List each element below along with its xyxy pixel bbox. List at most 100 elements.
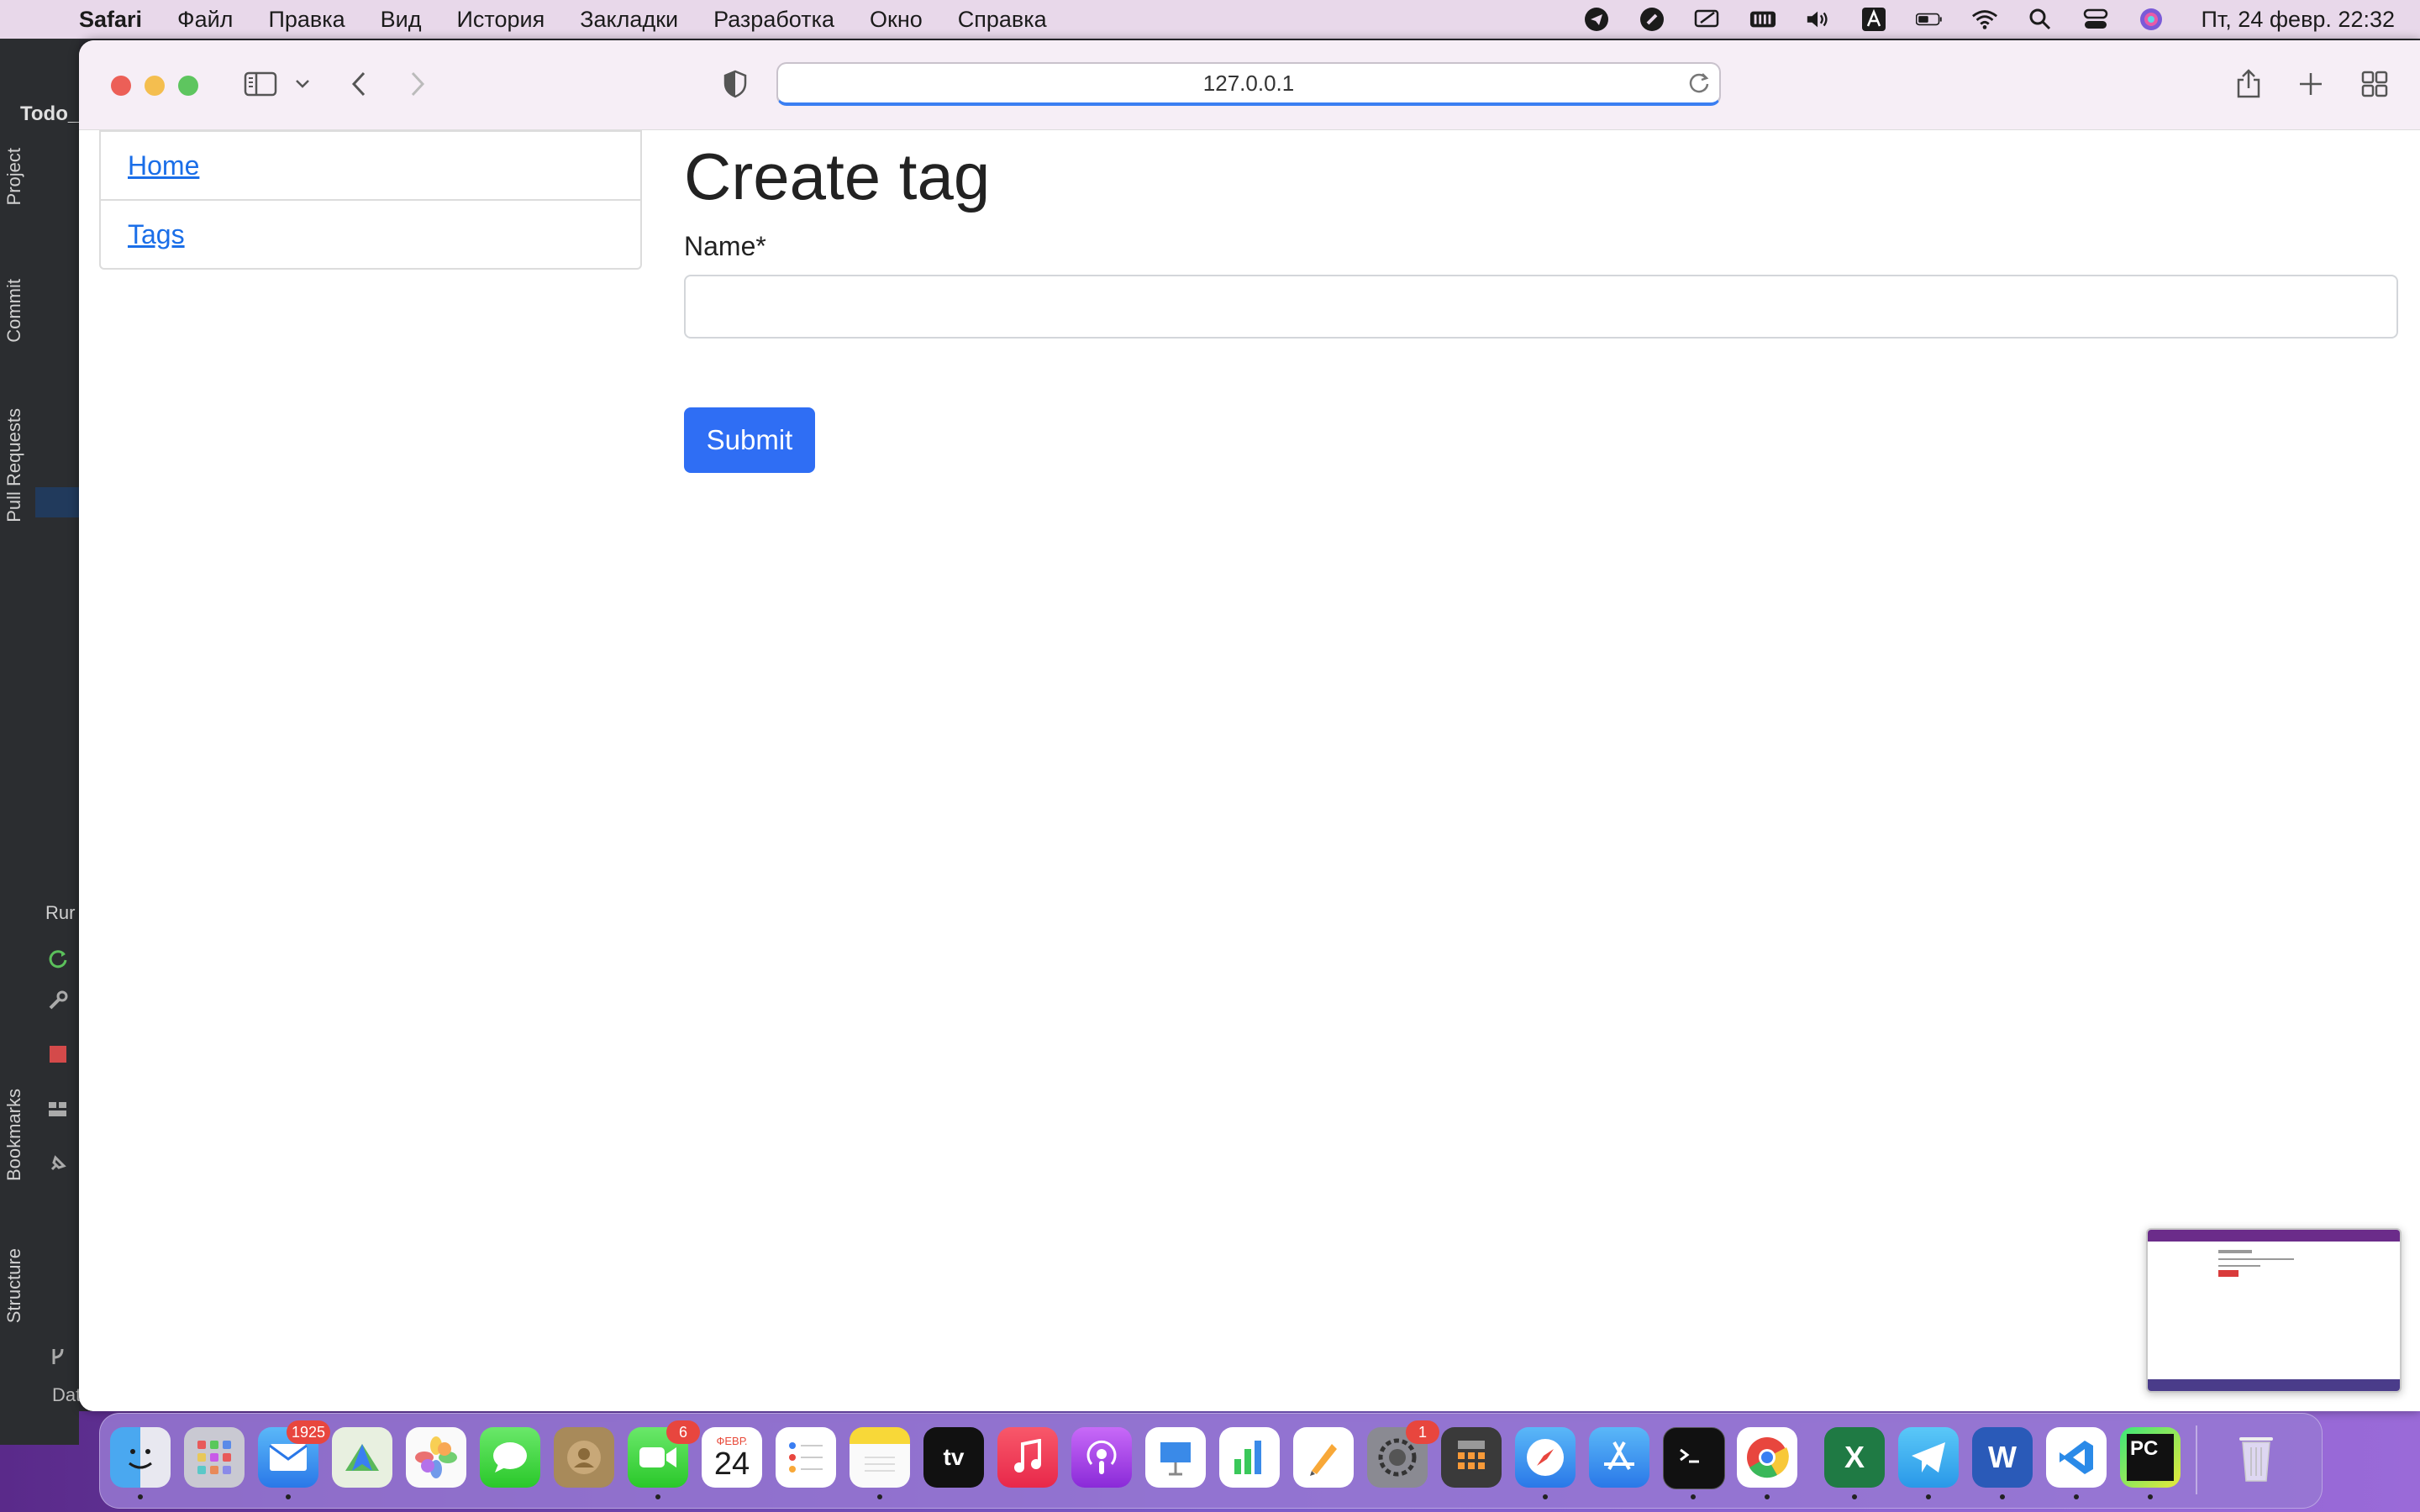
submit-button[interactable]: Submit (684, 407, 815, 473)
ide-wrench-icon[interactable] (47, 990, 69, 1011)
contacts-icon[interactable] (554, 1427, 614, 1488)
control-center-icon[interactable] (2082, 7, 2109, 32)
thumbnail-menubar (2148, 1230, 2400, 1242)
memory-monitor-icon[interactable] (1749, 7, 1776, 32)
screen-mirror-icon[interactable] (1694, 7, 1721, 32)
keynote-icon[interactable] (1145, 1427, 1206, 1488)
vscode-icon[interactable] (2046, 1427, 2107, 1488)
running-indicator (655, 1494, 660, 1499)
name-label: Name* (684, 231, 766, 261)
finder-icon[interactable] (110, 1427, 171, 1488)
input-source-icon[interactable] (1860, 7, 1887, 32)
menu-app-name[interactable]: Safari (79, 7, 142, 33)
volume-icon[interactable] (1805, 7, 1832, 32)
name-input[interactable] (684, 275, 2398, 339)
music-icon[interactable] (997, 1427, 1058, 1488)
safari-dock-icon[interactable] (1515, 1427, 1576, 1488)
menu-edit[interactable]: Правка (268, 7, 345, 33)
siri-icon[interactable] (2138, 7, 2165, 32)
menu-bookmarks[interactable]: Закладки (580, 7, 678, 33)
pycharm-icon[interactable]: PC (2120, 1427, 2181, 1488)
reload-icon[interactable] (1687, 71, 1711, 100)
forward-icon[interactable] (405, 66, 430, 102)
running-indicator (2148, 1494, 2153, 1499)
messages-icon[interactable] (480, 1427, 540, 1488)
thumbnail-dock (2148, 1379, 2400, 1391)
launchpad-icon[interactable] (184, 1427, 245, 1488)
facetime-icon[interactable]: 6 (628, 1420, 700, 1488)
menu-help[interactable]: Справка (958, 7, 1047, 33)
ide-run-label[interactable]: Rur (45, 902, 75, 924)
spotlight-search-icon[interactable] (2027, 7, 2054, 32)
nav-link-tags[interactable]: Tags (128, 219, 185, 250)
menubar-clock[interactable]: Пт, 24 февр. 22:32 (2202, 7, 2395, 33)
word-icon[interactable]: W (1972, 1427, 2033, 1488)
ide-tab-project[interactable]: Project (3, 148, 25, 205)
dock-divider (2196, 1425, 2197, 1494)
running-indicator (1926, 1494, 1931, 1499)
trash-icon[interactable] (2226, 1427, 2286, 1488)
podcasts-icon[interactable] (1071, 1427, 1132, 1488)
ide-rerun-icon[interactable] (47, 948, 69, 969)
menu-develop[interactable]: Разработка (713, 7, 834, 33)
telegram-icon[interactable] (1898, 1427, 1959, 1488)
apple-tv-icon[interactable]: tv (923, 1427, 984, 1488)
side-navigation: Home Tags (99, 130, 642, 270)
calendar-icon[interactable]: ФЕВР. 24 (702, 1427, 762, 1488)
numbers-icon[interactable] (1219, 1427, 1280, 1488)
tab-group-chevron-down-icon[interactable] (292, 66, 313, 102)
notes-icon[interactable] (850, 1427, 910, 1488)
menu-bar: Safari Файл Правка Вид История Закладки … (0, 0, 2420, 39)
ide-background-window: Todo_ Project Commit Pull Requests Rur B… (0, 39, 81, 1445)
back-icon[interactable] (346, 66, 371, 102)
window-zoom-button[interactable] (178, 76, 198, 96)
share-icon[interactable] (2232, 66, 2265, 102)
ide-git-branch-icon[interactable] (47, 1346, 69, 1368)
app-store-icon[interactable] (1589, 1427, 1649, 1488)
chrome-icon[interactable] (1737, 1427, 1797, 1488)
battery-icon[interactable] (1915, 7, 1943, 32)
excel-icon[interactable]: X (1824, 1427, 1885, 1488)
system-preferences-badge: 1 (1406, 1420, 1439, 1444)
menu-window[interactable]: Окно (870, 7, 923, 33)
menu-file[interactable]: Файл (177, 7, 233, 33)
ide-layout-icon[interactable] (47, 1099, 69, 1121)
excel-label: X (1844, 1440, 1865, 1474)
maps-icon[interactable] (332, 1427, 392, 1488)
system-preferences-icon[interactable]: 1 (1367, 1420, 1439, 1488)
ide-tab-commit[interactable]: Commit (3, 279, 25, 343)
window-minimize-button[interactable] (145, 76, 165, 96)
telegram-status-icon[interactable] (1583, 7, 1610, 32)
ide-pin-icon[interactable] (47, 1152, 69, 1174)
sidebar-toggle-icon[interactable] (242, 66, 279, 102)
address-bar[interactable]: 127.0.0.1 (776, 62, 1721, 106)
menu-view[interactable]: Вид (381, 7, 422, 33)
new-tab-plus-icon[interactable] (2294, 66, 2328, 102)
running-indicator (2074, 1494, 2079, 1499)
vpn-status-icon[interactable] (1639, 7, 1665, 32)
tab-overview-icon[interactable] (2358, 66, 2391, 102)
running-indicator (138, 1494, 143, 1499)
ide-tab-pull-requests[interactable]: Pull Requests (3, 408, 25, 522)
reminders-icon[interactable] (776, 1427, 836, 1488)
thumbnail-line (2218, 1250, 2252, 1253)
menu-history[interactable]: История (457, 7, 545, 33)
privacy-shield-icon[interactable] (721, 66, 750, 102)
pages-icon[interactable] (1293, 1427, 1354, 1488)
tv-label: tv (943, 1444, 965, 1470)
running-indicator (877, 1494, 882, 1499)
photos-icon[interactable] (406, 1427, 466, 1488)
window-close-button[interactable] (111, 76, 131, 96)
ide-bottom-label[interactable]: Dat (52, 1384, 81, 1406)
mail-icon[interactable]: 1925 (258, 1420, 330, 1488)
ide-tab-bookmarks[interactable]: Bookmarks (3, 1089, 25, 1181)
nav-link-home[interactable]: Home (128, 150, 199, 181)
running-indicator (1765, 1494, 1770, 1499)
calculator-icon[interactable] (1441, 1427, 1502, 1488)
ide-selection-highlight (35, 487, 79, 517)
screenshot-thumbnail[interactable] (2146, 1228, 2402, 1393)
wifi-icon[interactable] (1971, 7, 1998, 32)
ide-stop-icon[interactable] (47, 1043, 69, 1065)
terminal-icon[interactable] (1663, 1427, 1725, 1489)
ide-tab-structure[interactable]: Structure (3, 1248, 25, 1323)
